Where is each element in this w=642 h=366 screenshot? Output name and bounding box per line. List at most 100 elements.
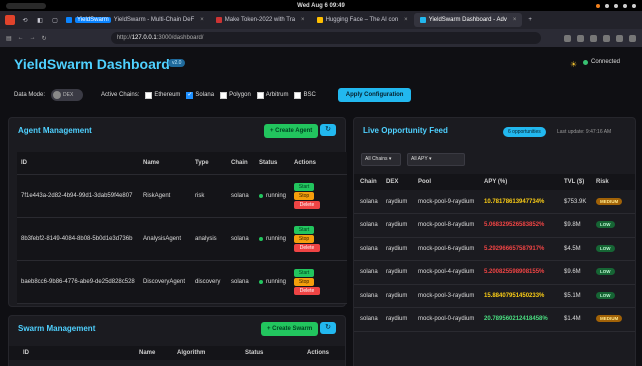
- checkbox-icon[interactable]: [294, 91, 302, 99]
- agent-id: baeb8cc6-9b86-4776-abe9-de25d828c528: [21, 278, 135, 285]
- back-icon[interactable]: ←: [18, 35, 24, 41]
- agent-name: RiskAgent: [143, 192, 171, 199]
- close-icon[interactable]: ×: [513, 17, 517, 23]
- col-risk: Risk: [596, 179, 609, 185]
- opp-pool: mock-pool-3-raydium: [418, 292, 475, 299]
- theme-toggle-icon[interactable]: ☀: [570, 60, 577, 69]
- sidebar-toggle-icon[interactable]: ▤: [6, 35, 12, 42]
- checkbox-icon[interactable]: [220, 91, 228, 99]
- bookmarks-icon[interactable]: ▢: [50, 15, 60, 25]
- apy-filter-select[interactable]: All APY ▾: [407, 153, 465, 166]
- col-type: Type: [195, 159, 209, 166]
- agent-name: DiscoveryAgent: [143, 278, 186, 285]
- status-dot-icon: [259, 279, 263, 284]
- opp-tvl: $9.6M: [564, 269, 581, 276]
- agent-actions: Start Stop Delete: [290, 174, 347, 217]
- chain-filter-select[interactable]: All Chains ▾: [361, 153, 401, 166]
- col-algorithm: Algorithm: [177, 350, 206, 356]
- opportunity-feed-panel: Live Opportunity Feed 6 opportunities La…: [353, 117, 636, 366]
- opp-dex: raydium: [386, 222, 408, 229]
- tab-yieldswarm-dashboard[interactable]: YieldSwarm Dashboard - Adv ×: [413, 13, 523, 27]
- chain-checkbox-polygon[interactable]: Polygon: [220, 91, 251, 99]
- chain-checkbox-ethereum[interactable]: Ethereum: [145, 91, 180, 99]
- volume-icon[interactable]: [623, 3, 627, 8]
- shield-icon[interactable]: [564, 34, 571, 42]
- extensions-icon[interactable]: ◧: [35, 15, 45, 25]
- create-agent-button[interactable]: + Create Agent: [264, 124, 319, 138]
- opp-dex: raydium: [386, 316, 408, 323]
- table-row[interactable]: solana raydium mock-pool-8-raydium 5.068…: [354, 214, 635, 237]
- notification-icon[interactable]: [596, 3, 600, 8]
- start-button[interactable]: Start: [294, 268, 315, 277]
- table-row[interactable]: solana raydium mock-pool-6-raydium 5.292…: [354, 237, 635, 261]
- apply-configuration-button[interactable]: Apply Configuration: [337, 88, 412, 102]
- table-row[interactable]: solana raydium mock-pool-9-raydium 10.78…: [354, 190, 635, 214]
- stop-button[interactable]: Stop: [294, 191, 315, 200]
- tab-yieldswarm[interactable]: YieldSwarm YieldSwarm - Multi-Chain DeF …: [60, 13, 210, 27]
- agent-chain: solana: [231, 278, 249, 285]
- refresh-agents-button[interactable]: ↻: [320, 124, 336, 136]
- delete-button[interactable]: Delete: [294, 243, 321, 252]
- power-icon[interactable]: [632, 3, 636, 8]
- opp-chain: solana: [360, 222, 378, 229]
- forward-icon[interactable]: →: [30, 35, 36, 41]
- reload-icon[interactable]: ↻: [42, 35, 47, 42]
- col-id: ID: [21, 159, 27, 166]
- refresh-swarms-button[interactable]: ↻: [320, 322, 336, 334]
- data-mode-toggle[interactable]: DEX: [51, 89, 84, 101]
- start-button[interactable]: Start: [294, 182, 315, 191]
- opp-risk-cell: LOW: [592, 261, 635, 285]
- table-row[interactable]: solana raydium mock-pool-0-raydium 20.78…: [354, 308, 635, 331]
- close-icon[interactable]: ×: [301, 17, 305, 23]
- download-icon[interactable]: [590, 34, 597, 42]
- col-actions: Actions: [294, 159, 317, 166]
- swarm-table-header: ID Name Algorithm Status Actions: [9, 346, 345, 360]
- agent-status: running: [255, 217, 290, 260]
- extension-icon[interactable]: [603, 34, 610, 42]
- chain-checkbox-arbitrum[interactable]: Arbitrum: [256, 91, 288, 99]
- os-clock[interactable]: Wed Aug 6 09:49: [46, 3, 596, 9]
- checkbox-icon[interactable]: [145, 91, 153, 99]
- tab-label: YieldSwarm - Multi-Chain DeF: [113, 17, 195, 23]
- create-swarm-button[interactable]: + Create Swarm: [261, 322, 319, 336]
- history-icon[interactable]: ⟲: [20, 15, 30, 25]
- chain-checkbox-bsc[interactable]: BSC: [294, 91, 316, 99]
- network-icon[interactable]: [614, 3, 618, 8]
- opp-tvl: $5.1M: [564, 292, 581, 299]
- workspace-indicator[interactable]: [6, 2, 46, 9]
- stop-button[interactable]: Stop: [294, 277, 315, 286]
- account-icon[interactable]: [616, 34, 623, 42]
- stop-button[interactable]: Stop: [294, 234, 315, 243]
- opp-pool: mock-pool-6-raydium: [418, 245, 475, 252]
- start-button[interactable]: Start: [294, 225, 315, 234]
- opp-tvl: $4.5M: [564, 245, 581, 252]
- bookmark-star-icon[interactable]: [577, 34, 584, 42]
- opportunity-count-badge: 6 opportunities: [503, 127, 546, 137]
- checkbox-checked-icon[interactable]: [186, 91, 194, 99]
- close-icon[interactable]: ×: [404, 17, 408, 23]
- tab-hugging-face[interactable]: Hugging Face – The AI con ×: [311, 13, 414, 27]
- tab-favicon-icon: [419, 17, 426, 23]
- delete-button[interactable]: Delete: [294, 200, 321, 209]
- address-bar[interactable]: http:// 127.0.0.1 :3000/dashboard/: [110, 32, 541, 44]
- checkbox-icon[interactable]: [256, 91, 264, 99]
- delete-button[interactable]: Delete: [294, 286, 321, 295]
- menu-icon[interactable]: [629, 34, 636, 42]
- tray-icon[interactable]: [605, 3, 609, 8]
- table-row[interactable]: solana raydium mock-pool-4-raydium 5.200…: [354, 261, 635, 285]
- status-text: running: [266, 192, 287, 199]
- browser-logo-icon[interactable]: [5, 15, 15, 25]
- close-icon[interactable]: ×: [200, 17, 204, 23]
- tab-make-token[interactable]: Make Token-2022 with Tra ×: [210, 13, 311, 27]
- chain-checkbox-solana[interactable]: Solana: [186, 91, 214, 99]
- table-row[interactable]: solana raydium mock-pool-3-raydium 15.88…: [354, 284, 635, 308]
- chain-name: BSC: [303, 92, 316, 98]
- col-tvl: TVL ($): [564, 179, 585, 185]
- new-tab-button[interactable]: +: [522, 13, 538, 27]
- agent-table: ID Name Type Chain Status Actions 7f1e44…: [17, 152, 347, 304]
- risk-badge: LOW: [596, 291, 615, 299]
- col-status: Status: [259, 159, 278, 166]
- agent-chain: solana: [231, 235, 249, 242]
- table-row: 8b3febf2-8149-4084-8b08-5b0d1e3d736b Ana…: [17, 217, 347, 260]
- col-name: Name: [143, 159, 160, 166]
